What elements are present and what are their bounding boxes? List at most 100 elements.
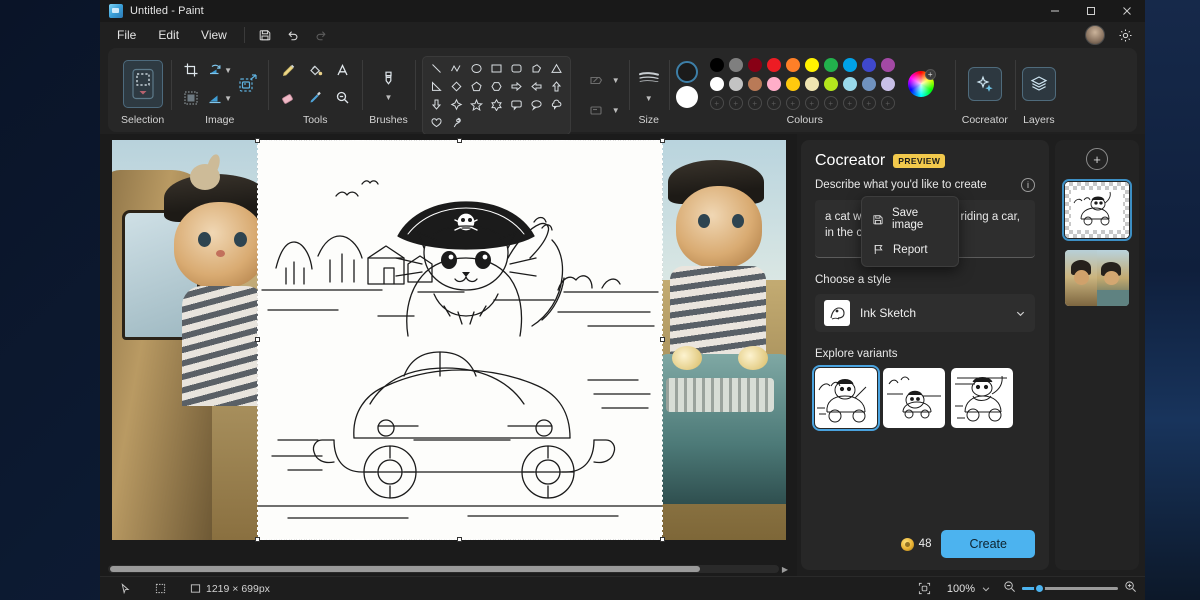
colour-swatch-empty-7[interactable] bbox=[843, 96, 857, 110]
colour-swatch-row2-6[interactable] bbox=[824, 77, 838, 91]
colour-swatch-row1-0[interactable] bbox=[710, 58, 724, 72]
cloud-callout-shape[interactable] bbox=[547, 96, 566, 113]
undo-icon[interactable] bbox=[279, 24, 307, 46]
select-all-icon[interactable] bbox=[178, 85, 204, 111]
colour-swatch-row2-7[interactable] bbox=[843, 77, 857, 91]
info-icon[interactable]: i bbox=[1021, 178, 1035, 192]
pentagon-shape[interactable] bbox=[467, 78, 486, 95]
scrollbar-track[interactable] bbox=[108, 565, 779, 573]
colour-swatch-empty-9[interactable] bbox=[881, 96, 895, 110]
variant-2[interactable] bbox=[883, 368, 945, 428]
crop-icon[interactable] bbox=[178, 57, 204, 83]
maximize-icon[interactable] bbox=[1073, 0, 1109, 22]
six-point-star-shape[interactable] bbox=[487, 96, 506, 113]
eyedropper-icon[interactable] bbox=[302, 85, 328, 111]
oval-shape[interactable] bbox=[467, 60, 486, 77]
colour-swatch-row1-8[interactable] bbox=[862, 58, 876, 72]
oval-callout-shape[interactable] bbox=[527, 96, 546, 113]
colour-swatch-row1-5[interactable] bbox=[805, 58, 819, 72]
colour-swatch-empty-5[interactable] bbox=[805, 96, 819, 110]
triangle-shape[interactable] bbox=[547, 60, 566, 77]
rounded-rectangle-shape[interactable] bbox=[507, 60, 526, 77]
down-arrow-shape[interactable] bbox=[427, 96, 446, 113]
colour-swatch-empty-8[interactable] bbox=[862, 96, 876, 110]
fill-bucket-icon[interactable] bbox=[302, 58, 328, 84]
layer-sketch[interactable] bbox=[1065, 182, 1129, 238]
up-arrow-shape[interactable] bbox=[547, 78, 566, 95]
colour-swatch-row2-3[interactable] bbox=[767, 77, 781, 91]
colour-swatch-row1-2[interactable] bbox=[748, 58, 762, 72]
rectangle-shape[interactable] bbox=[487, 60, 506, 77]
right-arrow-shape[interactable] bbox=[507, 78, 526, 95]
magnifier-icon[interactable] bbox=[329, 85, 355, 111]
context-menu-save-image[interactable]: Save image bbox=[862, 201, 958, 237]
flip-icon[interactable] bbox=[206, 85, 224, 111]
colour-swatch-empty-4[interactable] bbox=[786, 96, 800, 110]
colour-swatch-row1-9[interactable] bbox=[881, 58, 895, 72]
brush-size-icon[interactable] bbox=[636, 65, 662, 91]
colour-swatch-row2-0[interactable] bbox=[710, 77, 724, 91]
zoom-level-dropdown[interactable]: 100% bbox=[941, 581, 997, 597]
pencil-icon[interactable] bbox=[275, 58, 301, 84]
zoom-slider-thumb[interactable] bbox=[1034, 583, 1045, 594]
colour-swatch-row2-5[interactable] bbox=[805, 77, 819, 91]
account-avatar-icon[interactable] bbox=[1081, 24, 1109, 46]
colour-swatch-row2-1[interactable] bbox=[729, 77, 743, 91]
brush-icon[interactable] bbox=[375, 66, 401, 92]
variant-1[interactable] bbox=[815, 368, 877, 428]
canvas-area[interactable]: ▶ bbox=[100, 134, 797, 576]
hexagon-shape[interactable] bbox=[487, 78, 506, 95]
variant-3[interactable] bbox=[951, 368, 1013, 428]
heart-shape[interactable] bbox=[427, 114, 446, 131]
colour-swatch-row2-4[interactable] bbox=[786, 77, 800, 91]
menu-view[interactable]: View bbox=[190, 24, 238, 46]
size-chevron-down-icon[interactable]: ▼ bbox=[643, 93, 655, 104]
colour-swatch-empty-1[interactable] bbox=[729, 96, 743, 110]
colour-swatch-row2-8[interactable] bbox=[862, 77, 876, 91]
colour-swatch-row1-7[interactable] bbox=[843, 58, 857, 72]
colour-swatch-empty-3[interactable] bbox=[767, 96, 781, 110]
add-layer-icon[interactable]: + bbox=[1086, 148, 1108, 170]
menu-edit[interactable]: Edit bbox=[147, 24, 190, 46]
settings-gear-icon[interactable] bbox=[1111, 24, 1139, 46]
zoom-in-button[interactable] bbox=[1124, 580, 1137, 598]
create-button[interactable]: Create bbox=[941, 530, 1035, 558]
flip-chevron-down-icon[interactable]: ▼ bbox=[224, 85, 232, 111]
curve-shape[interactable] bbox=[447, 60, 466, 77]
line-shape[interactable] bbox=[427, 60, 446, 77]
four-point-star-shape[interactable] bbox=[447, 96, 466, 113]
brushes-chevron-down-icon[interactable]: ▼ bbox=[382, 92, 394, 103]
save-icon[interactable] bbox=[251, 24, 279, 46]
add-colour-icon[interactable]: + bbox=[925, 69, 936, 80]
rectangular-selection-icon[interactable] bbox=[123, 60, 163, 108]
left-arrow-shape[interactable] bbox=[527, 78, 546, 95]
context-menu-report[interactable]: Report bbox=[862, 237, 958, 262]
colour-swatch-row2-2[interactable] bbox=[748, 77, 762, 91]
colour-wheel-icon[interactable]: + bbox=[908, 71, 934, 97]
layers-button[interactable] bbox=[1022, 67, 1056, 101]
colour-swatch-row2-9[interactable] bbox=[881, 77, 895, 91]
scrollbar-thumb[interactable] bbox=[110, 566, 700, 572]
fit-to-window-button[interactable] bbox=[914, 582, 935, 595]
colour-swatch-row1-6[interactable] bbox=[824, 58, 838, 72]
rotate-icon[interactable] bbox=[206, 57, 224, 83]
resize-icon[interactable] bbox=[235, 71, 261, 97]
menu-file[interactable]: File bbox=[106, 24, 147, 46]
lightning-shape[interactable] bbox=[447, 114, 466, 131]
colour-swatch-row1-3[interactable] bbox=[767, 58, 781, 72]
rounded-callout-shape[interactable] bbox=[507, 96, 526, 113]
five-point-star-shape[interactable] bbox=[467, 96, 486, 113]
right-triangle-shape[interactable] bbox=[427, 78, 446, 95]
chevron-down-icon[interactable] bbox=[1015, 308, 1026, 319]
cocreator-button[interactable] bbox=[968, 67, 1002, 101]
polygon-shape[interactable] bbox=[527, 60, 546, 77]
diamond-shape[interactable] bbox=[447, 78, 466, 95]
colour-swatch-row1-4[interactable] bbox=[786, 58, 800, 72]
canvas[interactable] bbox=[112, 140, 786, 540]
colour-swatch-empty-0[interactable] bbox=[710, 96, 724, 110]
style-dropdown[interactable]: Ink Sketch bbox=[815, 294, 1035, 332]
scrollbar-right-arrow-icon[interactable]: ▶ bbox=[779, 565, 791, 574]
horizontal-scrollbar[interactable]: ▶ bbox=[108, 564, 791, 574]
text-icon[interactable] bbox=[329, 58, 355, 84]
close-icon[interactable] bbox=[1109, 0, 1145, 22]
